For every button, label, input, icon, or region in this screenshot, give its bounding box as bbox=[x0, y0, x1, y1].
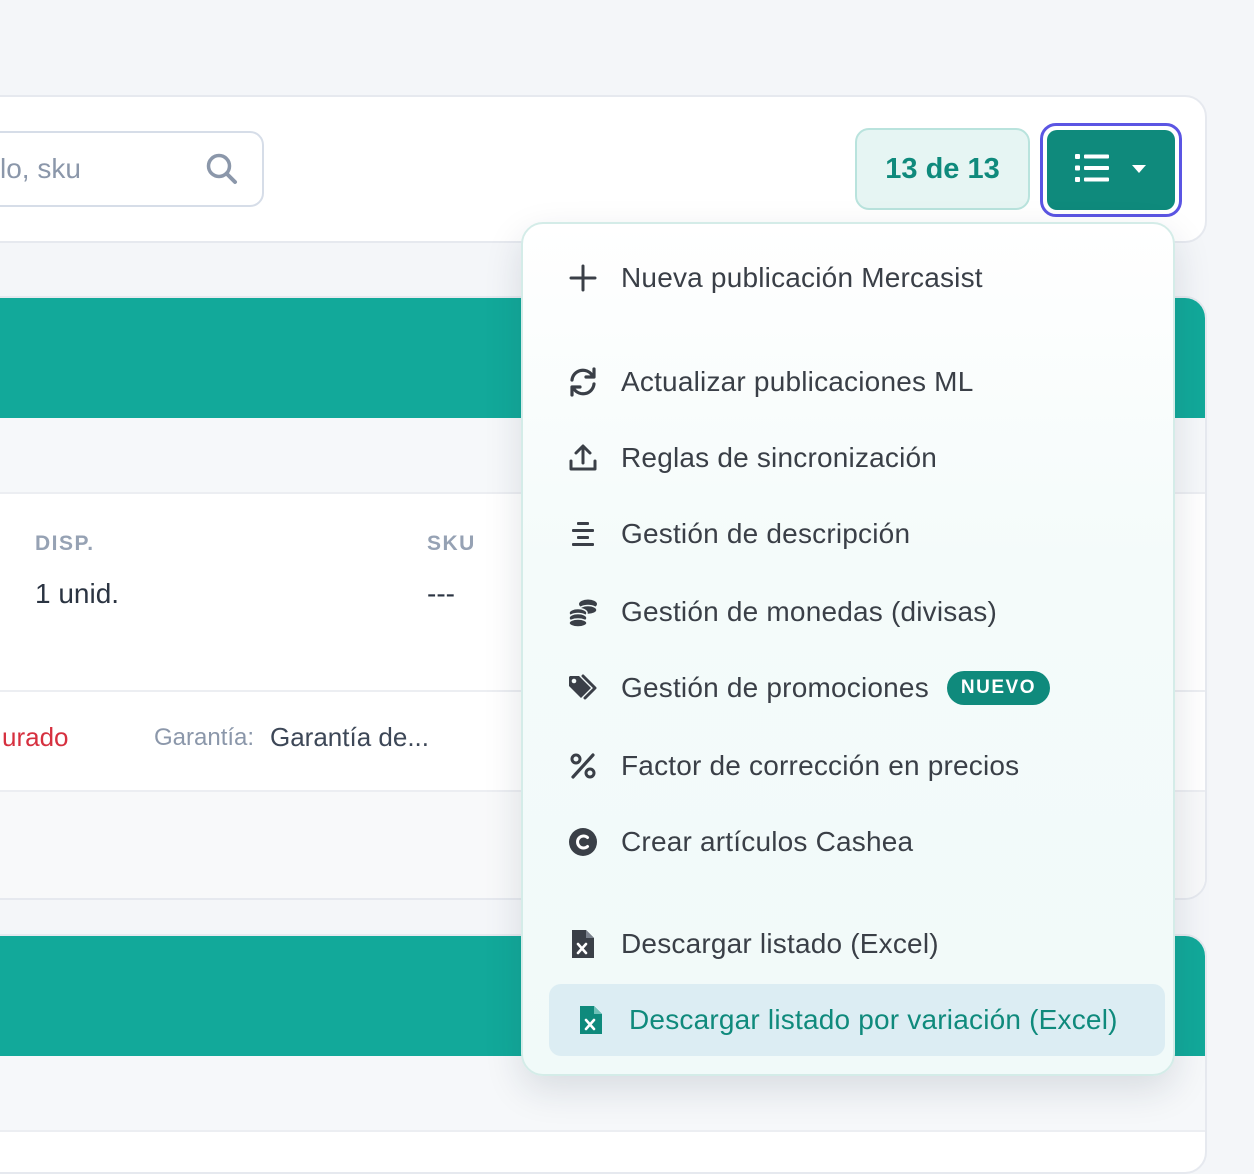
menu-item-label: Gestión de descripción bbox=[621, 518, 911, 549]
sku-column-label: SKU bbox=[427, 532, 476, 555]
caret-down-icon bbox=[1131, 161, 1147, 179]
disp-value: 1 unid. bbox=[35, 578, 120, 609]
search-input[interactable] bbox=[0, 133, 182, 205]
results-count-text: 13 de 13 bbox=[885, 152, 1000, 185]
warranty-label: Garantía: bbox=[154, 724, 255, 751]
menu-item-label: Gestión de promociones bbox=[621, 672, 929, 703]
file-excel-icon bbox=[567, 928, 599, 960]
menu-item-description-management[interactable]: Gestión de descripción bbox=[549, 498, 1165, 570]
menu-item-label: Gestión de monedas (divisas) bbox=[621, 596, 997, 627]
status-text: urado bbox=[2, 722, 69, 752]
coins-icon bbox=[567, 596, 599, 628]
sku-value: --- bbox=[427, 578, 455, 609]
menu-item-create-cashea-articles[interactable]: Crear artículos Cashea bbox=[549, 806, 1165, 878]
menu-item-label: Nueva publicación Mercasist bbox=[621, 262, 983, 293]
menu-item-label: Actualizar publicaciones ML bbox=[621, 366, 974, 397]
tags-icon bbox=[567, 672, 599, 704]
menu-item-download-list-excel[interactable]: Descargar listado (Excel) bbox=[549, 908, 1165, 980]
plus-icon bbox=[567, 262, 599, 294]
menu-item-promotions-management[interactable]: Gestión de promociones NUEVO bbox=[549, 652, 1165, 724]
actions-menu-button-face[interactable] bbox=[1047, 130, 1175, 210]
menu-item-label: Crear artículos Cashea bbox=[621, 826, 914, 857]
warranty-value: Garantía de... bbox=[270, 722, 429, 752]
actions-dropdown-menu: Nueva publicación Mercasist Actualizar p… bbox=[521, 222, 1175, 1076]
menu-item-update-publications[interactable]: Actualizar publicaciones ML bbox=[549, 346, 1165, 418]
menu-item-label: Factor de corrección en precios bbox=[621, 750, 1020, 781]
search-icon[interactable] bbox=[204, 151, 240, 192]
disp-column-label: DISP. bbox=[35, 532, 95, 555]
new-badge: NUEVO bbox=[946, 671, 1050, 705]
menu-item-download-list-by-variation-excel[interactable]: Descargar listado por variación (Excel) bbox=[549, 984, 1165, 1056]
results-count-badge: 13 de 13 bbox=[855, 128, 1030, 210]
align-center-icon bbox=[567, 518, 599, 550]
actions-menu-button[interactable] bbox=[1040, 123, 1182, 217]
menu-item-sync-rules[interactable]: Reglas de sincronización bbox=[549, 422, 1165, 494]
menu-item-price-correction-factor[interactable]: Factor de corrección en precios bbox=[549, 730, 1165, 802]
upload-icon bbox=[567, 442, 599, 474]
menu-item-currency-management[interactable]: Gestión de monedas (divisas) bbox=[549, 576, 1165, 648]
percent-icon bbox=[567, 750, 599, 782]
menu-item-label: Reglas de sincronización bbox=[621, 442, 938, 473]
refresh-icon bbox=[567, 366, 599, 398]
menu-item-new-publication[interactable]: Nueva publicación Mercasist bbox=[549, 242, 1165, 314]
search-box[interactable] bbox=[0, 131, 264, 207]
menu-item-label: Descargar listado (Excel) bbox=[621, 928, 939, 959]
menu-item-label: Descargar listado por variación (Excel) bbox=[629, 1004, 1118, 1035]
list-icon bbox=[1075, 153, 1109, 188]
c-circle-icon bbox=[567, 826, 599, 858]
file-excel-icon bbox=[575, 1004, 607, 1036]
